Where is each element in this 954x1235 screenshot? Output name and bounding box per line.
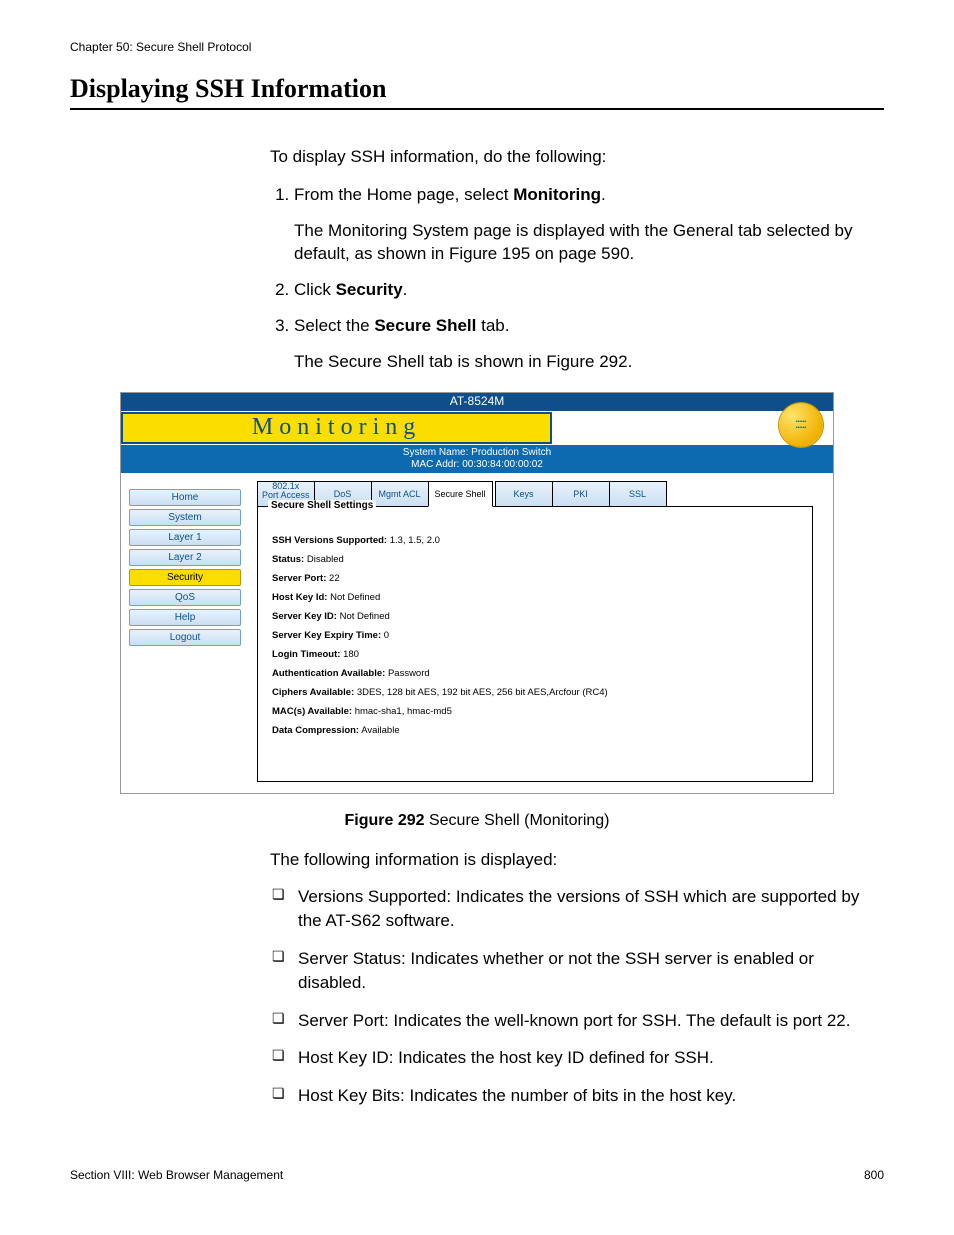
step-1: From the Home page, select Monitoring. T… [294, 183, 864, 266]
setting-value: hmac-sha1, hmac-md5 [352, 706, 452, 717]
setting-label: MAC(s) Available: [272, 706, 352, 717]
monitoring-title: Monitoring [121, 412, 552, 444]
setting-label: Host Key Id: [272, 592, 327, 603]
title-rule [70, 108, 884, 110]
sidebar-item-layer-1[interactable]: Layer 1 [129, 529, 241, 546]
tab-ssl[interactable]: SSL [609, 481, 667, 507]
step-3: Select the Secure Shell tab. The Secure … [294, 314, 864, 374]
setting-value: Not Defined [337, 611, 390, 622]
setting-row: Server Port: 22 [272, 573, 798, 584]
allied-telesyn-badge-icon: •••••••••••• [779, 403, 823, 447]
chapter-header: Chapter 50: Secure Shell Protocol [70, 40, 884, 54]
sidebar-item-qos[interactable]: QoS [129, 589, 241, 606]
setting-value: Password [385, 668, 429, 679]
setting-row: MAC(s) Available: hmac-sha1, hmac-md5 [272, 706, 798, 717]
followup-text: The following information is displayed: [270, 848, 864, 872]
setting-label: Server Port: [272, 573, 326, 584]
setting-value: 1.3, 1.5, 2.0 [387, 535, 440, 546]
info-bullet: Server Port: Indicates the well-known po… [294, 1009, 864, 1033]
figure-caption: Figure 292 Secure Shell (Monitoring) [70, 812, 884, 830]
sidebar: Home System Layer 1 Layer 2 Security QoS Help L… [121, 473, 249, 793]
setting-row: SSH Versions Supported: 1.3, 1.5, 2.0 [272, 535, 798, 546]
setting-value: Disabled [304, 554, 344, 565]
screenshot-figure: AT-8524M Monitoring •••••••••••• System … [120, 392, 834, 794]
sidebar-item-logout[interactable]: Logout [129, 629, 241, 646]
page-footer: Section VIII: Web Browser Management 800 [70, 1168, 884, 1182]
step-1-note: The Monitoring System page is displayed … [294, 219, 864, 267]
setting-label: Server Key Expiry Time: [272, 630, 381, 641]
intro-text: To display SSH information, do the follo… [270, 145, 864, 169]
tab-secure-shell[interactable]: Secure Shell [428, 481, 493, 507]
setting-row: Data Compression: Available [272, 725, 798, 736]
tab-mgmt-acl[interactable]: Mgmt ACL [371, 481, 429, 507]
tab-pki[interactable]: PKI [552, 481, 610, 507]
info-bullet: Host Key Bits: Indicates the number of b… [294, 1084, 864, 1108]
setting-row: Server Key ID: Not Defined [272, 611, 798, 622]
step-3-note: The Secure Shell tab is shown in Figure … [294, 350, 864, 374]
sidebar-item-help[interactable]: Help [129, 609, 241, 626]
info-bullets: Versions Supported: Indicates the versio… [270, 885, 864, 1108]
setting-row: Host Key Id: Not Defined [272, 592, 798, 603]
setting-label: Status: [272, 554, 304, 565]
setting-label: Data Compression: [272, 725, 359, 736]
footer-page-number: 800 [864, 1168, 884, 1182]
setting-label: SSH Versions Supported: [272, 535, 387, 546]
footer-section: Section VIII: Web Browser Management [70, 1168, 283, 1182]
setting-row: Login Timeout: 180 [272, 649, 798, 660]
setting-value: 22 [326, 573, 339, 584]
steps-list: From the Home page, select Monitoring. T… [270, 183, 864, 374]
setting-label: Ciphers Available: [272, 687, 354, 698]
step-2: Click Security. [294, 278, 864, 302]
setting-value: 0 [381, 630, 389, 641]
setting-label: Authentication Available: [272, 668, 385, 679]
panel-legend: Secure Shell Settings [268, 500, 376, 511]
info-bullet: Host Key ID: Indicates the host key ID d… [294, 1046, 864, 1070]
sidebar-item-home[interactable]: Home [129, 489, 241, 506]
setting-label: Login Timeout: [272, 649, 340, 660]
info-bullet: Versions Supported: Indicates the versio… [294, 885, 864, 933]
info-bullet: Server Status: Indicates whether or not … [294, 947, 864, 995]
tab-keys[interactable]: Keys [495, 481, 553, 507]
settings-panel: Secure Shell Settings SSH Versions Suppo… [257, 506, 813, 782]
page-title: Displaying SSH Information [70, 74, 884, 104]
sidebar-item-system[interactable]: System [129, 509, 241, 526]
setting-value: Not Defined [327, 592, 380, 603]
sidebar-item-security[interactable]: Security [129, 569, 241, 586]
setting-row: Ciphers Available: 3DES, 128 bit AES, 19… [272, 687, 798, 698]
setting-label: Server Key ID: [272, 611, 337, 622]
system-info-bar: System Name: Production Switch MAC Addr:… [121, 445, 833, 473]
sidebar-item-layer-2[interactable]: Layer 2 [129, 549, 241, 566]
device-model-bar: AT-8524M [121, 393, 833, 411]
setting-row: Server Key Expiry Time: 0 [272, 630, 798, 641]
setting-value: 3DES, 128 bit AES, 192 bit AES, 256 bit … [354, 687, 607, 698]
setting-value: Available [359, 725, 400, 736]
setting-row: Authentication Available: Password [272, 668, 798, 679]
title-row: Monitoring •••••••••••• [121, 411, 833, 445]
setting-value: 180 [340, 649, 359, 660]
setting-row: Status: Disabled [272, 554, 798, 565]
